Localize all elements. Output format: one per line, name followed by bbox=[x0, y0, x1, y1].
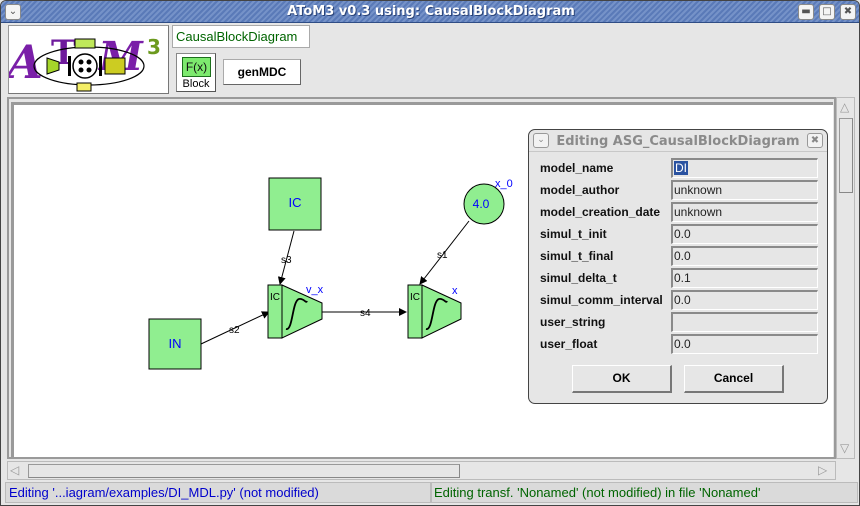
logo-block-top bbox=[74, 38, 96, 49]
field-row-model-author: model_author unknown bbox=[529, 179, 829, 201]
title-bar[interactable]: ⌄ AToM3 v0.3 using: CausalBlockDiagram ▬… bbox=[1, 1, 859, 23]
model-creation-date-input[interactable]: unknown bbox=[671, 202, 818, 222]
field-row-model-creation-date: model_creation_date unknown bbox=[529, 201, 829, 223]
close-icon: ✖ bbox=[843, 6, 853, 17]
scroll-up-icon[interactable]: △ bbox=[840, 100, 849, 114]
model-author-input[interactable]: unknown bbox=[671, 180, 818, 200]
function-block-icon: F(x) bbox=[182, 57, 211, 77]
cancel-button[interactable]: Cancel bbox=[684, 365, 784, 393]
field-row-simul-comm-interval: simul_comm_interval 0.0 bbox=[529, 289, 829, 311]
selected-text: DI bbox=[674, 161, 688, 175]
field-row-simul-t-final: simul_t_final 0.0 bbox=[529, 245, 829, 267]
close-icon: ✖ bbox=[810, 135, 820, 146]
block-button[interactable]: F(x) Block bbox=[176, 53, 216, 92]
atom3-logo-graphic: A T M 3 bbox=[1, 32, 161, 92]
field-row-user-float: user_float 0.0 bbox=[529, 333, 829, 355]
formalism-label[interactable]: CausalBlockDiagram bbox=[172, 25, 310, 48]
dialog-title: Editing ASG_CausalBlockDiagram bbox=[556, 134, 800, 149]
scroll-down-icon[interactable]: ▽ bbox=[840, 441, 849, 455]
user-string-input[interactable] bbox=[671, 312, 818, 332]
simul-t-init-input[interactable]: 0.0 bbox=[671, 224, 818, 244]
simul-comm-interval-input[interactable]: 0.0 bbox=[671, 290, 818, 310]
user-float-input[interactable]: 0.0 bbox=[671, 334, 818, 354]
block-button-label: Block bbox=[182, 78, 210, 90]
status-file: Editing '...iagram/examples/DI_MDL.py' (… bbox=[5, 482, 431, 503]
vertical-scroll-thumb[interactable] bbox=[839, 118, 853, 193]
close-button[interactable]: ✖ bbox=[840, 4, 856, 20]
edit-dialog: ⌄ Editing ASG_CausalBlockDiagram ✖ model… bbox=[528, 129, 828, 404]
simul-t-final-input[interactable]: 0.0 bbox=[671, 246, 818, 266]
field-label: user_string bbox=[540, 315, 606, 329]
logo-block-right bbox=[104, 57, 126, 75]
atom3-logo: A T M 3 bbox=[1, 25, 169, 94]
field-label: model_creation_date bbox=[540, 205, 661, 219]
dialog-title-bar[interactable]: ⌄ Editing ASG_CausalBlockDiagram ✖ bbox=[529, 130, 827, 152]
status-transformation: Editing transf. 'Nonamed' (not modified)… bbox=[431, 482, 858, 503]
field-label: model_name bbox=[540, 161, 614, 175]
field-label: model_author bbox=[540, 183, 620, 197]
horizontal-scrollbar[interactable]: ◁ ▷ bbox=[7, 461, 836, 480]
main-window: ⌄ AToM3 v0.3 using: CausalBlockDiagram ▬… bbox=[0, 0, 860, 506]
maximize-icon: □ bbox=[822, 6, 832, 17]
model-name-input[interactable]: DI bbox=[671, 158, 818, 178]
vertical-scrollbar[interactable]: △ ▽ bbox=[836, 97, 855, 459]
scroll-left-icon[interactable]: ◁ bbox=[10, 463, 19, 477]
field-label: simul_t_final bbox=[540, 249, 614, 263]
horizontal-scroll-thumb[interactable] bbox=[28, 464, 460, 478]
field-row-simul-delta-t: simul_delta_t 0.1 bbox=[529, 267, 829, 289]
field-row-model-name: model_name DI bbox=[529, 157, 829, 179]
minimize-icon: ▬ bbox=[801, 6, 811, 17]
logo-block-bottom bbox=[76, 82, 92, 92]
minimize-button[interactable]: ▬ bbox=[798, 4, 814, 20]
gen-mdc-button[interactable]: genMDC bbox=[223, 59, 301, 85]
logo-superscript-3: 3 bbox=[147, 35, 161, 59]
maximize-button[interactable]: □ bbox=[819, 4, 835, 20]
window-title: AToM3 v0.3 using: CausalBlockDiagram bbox=[287, 4, 575, 19]
field-label: simul_t_init bbox=[540, 227, 607, 241]
dialog-close-button[interactable]: ✖ bbox=[807, 133, 823, 148]
field-row-simul-t-init: simul_t_init 0.0 bbox=[529, 223, 829, 245]
logo-letter-a: A bbox=[9, 34, 50, 88]
scroll-right-icon[interactable]: ▷ bbox=[818, 463, 827, 477]
field-label: simul_comm_interval bbox=[540, 293, 663, 307]
field-label: simul_delta_t bbox=[540, 271, 617, 285]
simul-delta-t-input[interactable]: 0.1 bbox=[671, 268, 818, 288]
logo-center-circle bbox=[72, 53, 98, 79]
field-row-user-string: user_string bbox=[529, 311, 829, 333]
field-label: user_float bbox=[540, 337, 598, 351]
ok-button[interactable]: OK bbox=[572, 365, 672, 393]
